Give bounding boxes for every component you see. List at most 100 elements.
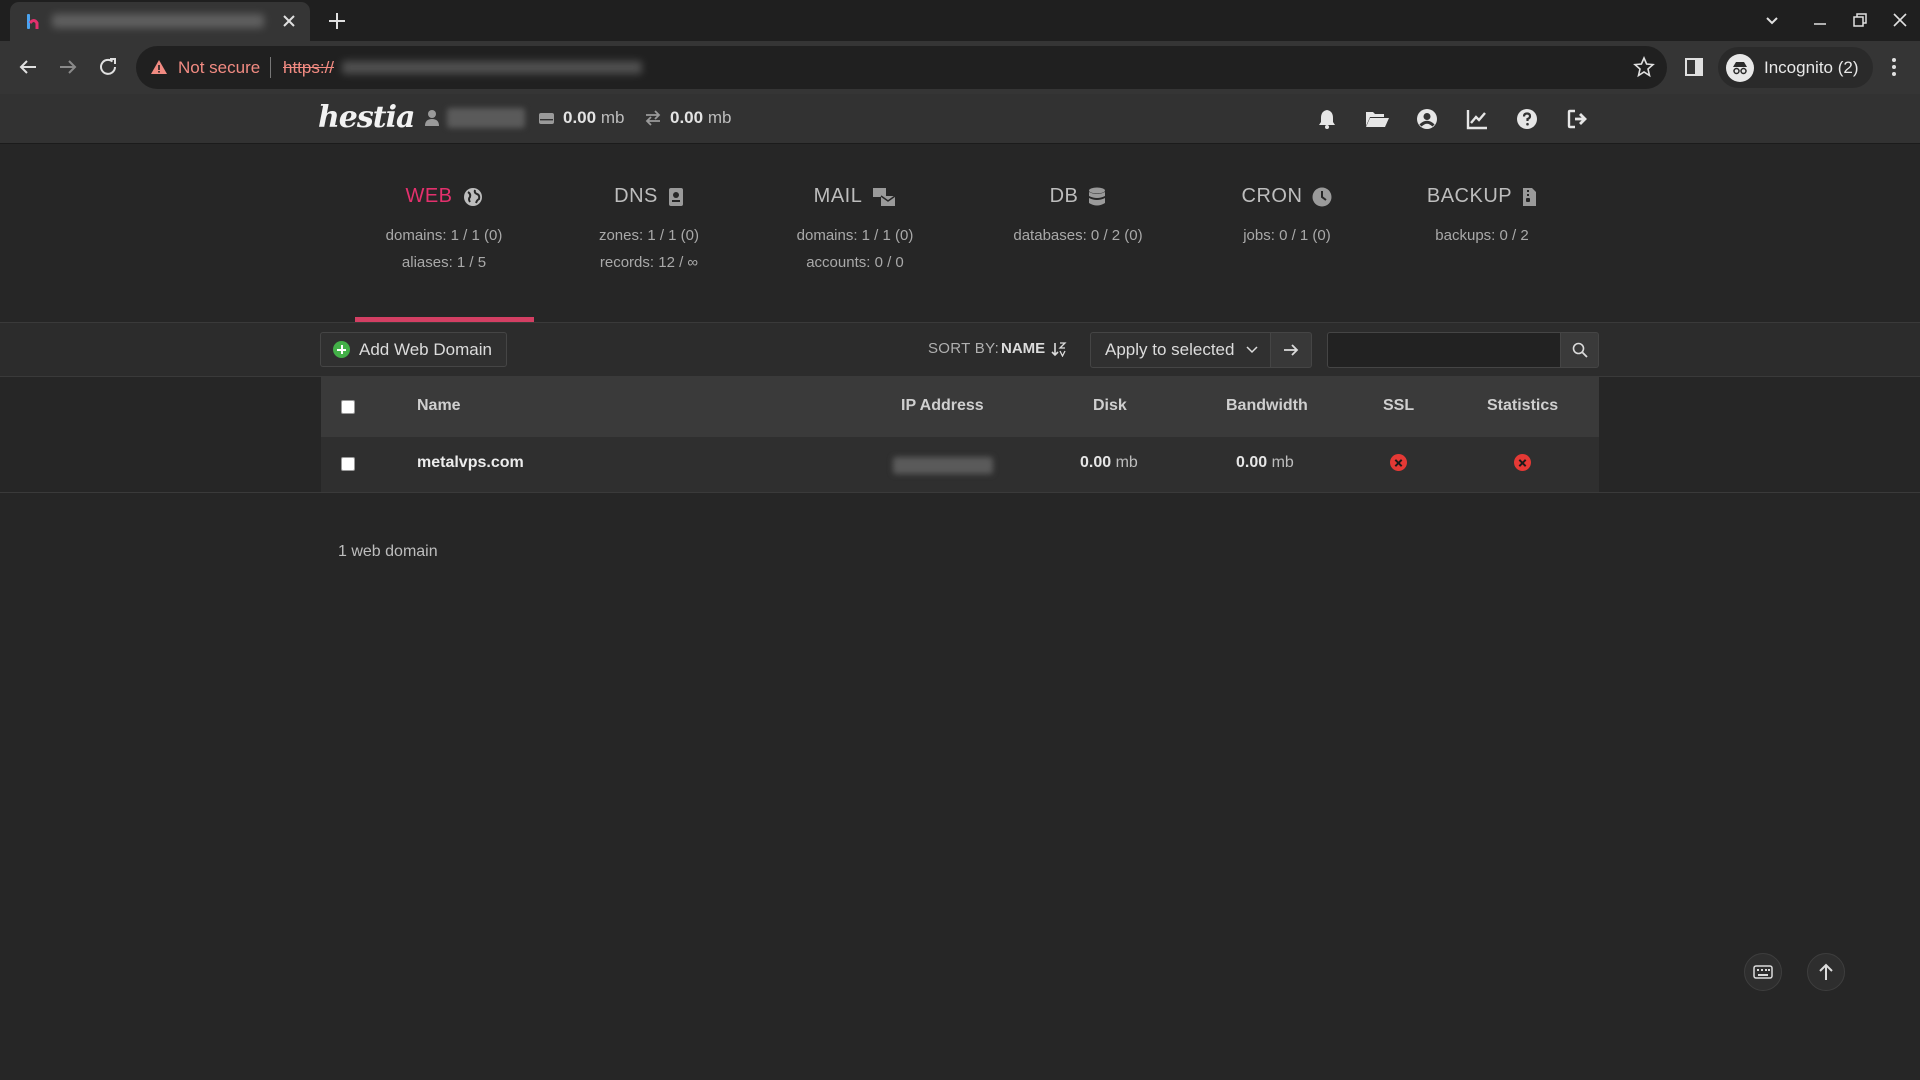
disk-usage-value: 0.00 — [563, 108, 597, 127]
bulk-action-submit-button[interactable] — [1271, 332, 1312, 368]
keyboard-shortcuts-button[interactable] — [1744, 953, 1782, 991]
close-tab-icon[interactable] — [280, 12, 298, 30]
warning-icon — [151, 60, 167, 74]
tab-cron[interactable]: CRON jobs: 0 / 1 (0) — [1187, 185, 1387, 249]
table-bottom-rule — [0, 492, 1920, 493]
url-blurred — [342, 61, 642, 74]
user-circle-icon[interactable] — [1414, 106, 1440, 132]
tab-web-line2: aliases: 1 / 5 — [401, 254, 487, 271]
row-bandwidth: 0.00 mb — [1236, 454, 1294, 472]
tab-web[interactable]: WEB domains: 1 / 1 (0) aliases: 1 / 5 — [344, 185, 544, 276]
tab-dns-line2: records: 12 / ∞ — [599, 254, 699, 271]
col-ip-address: IP Address — [901, 397, 984, 414]
side-panel-icon[interactable] — [1683, 56, 1705, 78]
browser-menu-icon[interactable] — [1883, 56, 1905, 78]
row-bandwidth-unit: mb — [1271, 454, 1294, 471]
clock-icon — [1312, 187, 1332, 206]
chart-line-icon[interactable] — [1464, 106, 1490, 132]
browser-tab[interactable] — [10, 2, 310, 41]
domain-count: 1 web domain — [338, 543, 438, 560]
user-icon — [425, 110, 439, 126]
disk-usage: 0.00 mb — [538, 108, 624, 128]
incognito-indicator[interactable]: Incognito (2) — [1718, 47, 1873, 88]
incognito-label: Incognito (2) — [1764, 57, 1859, 77]
scroll-to-top-button[interactable] — [1807, 953, 1845, 991]
tab-web-line1: domains: 1 / 1 (0) — [385, 227, 503, 244]
tab-db-line1: databases: 0 / 2 (0) — [1013, 227, 1143, 244]
search-button[interactable] — [1561, 332, 1599, 368]
book-icon — [668, 187, 683, 206]
tab-backup[interactable]: BACKUP backups: 0 / 2 — [1382, 185, 1582, 249]
plus-circle-icon — [333, 341, 350, 358]
question-circle-icon[interactable] — [1514, 106, 1540, 132]
tab-mail[interactable]: MAIL domains: 1 / 1 (0) accounts: 0 / 0 — [755, 185, 955, 276]
forward-icon[interactable] — [56, 55, 80, 79]
ssl-disabled-icon — [1390, 454, 1407, 471]
col-disk: Disk — [1093, 397, 1127, 414]
row-disk-unit: mb — [1115, 454, 1138, 471]
statistics-disabled-icon — [1514, 454, 1531, 471]
tab-db[interactable]: DB databases: 0 / 2 (0) — [978, 185, 1178, 249]
sort-by-toggle[interactable]: NAME — [1001, 340, 1067, 357]
action-toolbar: Add Web Domain SORT BY: NAME Apply to se… — [0, 323, 1920, 377]
folder-open-icon[interactable] — [1364, 106, 1390, 132]
tab-dns-line1: zones: 1 / 1 (0) — [598, 227, 700, 244]
restore-icon[interactable] — [1850, 10, 1870, 30]
bandwidth-usage-unit: mb — [707, 108, 732, 127]
select-all-checkbox[interactable] — [341, 400, 355, 414]
hestia-favicon-icon — [27, 14, 39, 29]
tab-db-title: DB — [1049, 185, 1079, 207]
tab-dns[interactable]: DNS zones: 1 / 1 (0) records: 12 / ∞ — [549, 185, 749, 276]
bookmark-star-icon[interactable] — [1633, 56, 1655, 78]
bandwidth-usage-value: 0.00 — [670, 108, 704, 127]
domain-name-link[interactable]: metalvps.com — [417, 454, 524, 472]
mail-bulk-icon — [873, 187, 896, 206]
arrow-right-icon — [1284, 344, 1299, 356]
section-tabs: WEB domains: 1 / 1 (0) aliases: 1 / 5 DN… — [0, 145, 1920, 323]
tab-backup-title: BACKUP — [1426, 185, 1513, 207]
reload-icon[interactable] — [96, 55, 120, 79]
chevron-down-icon — [1246, 346, 1258, 354]
sign-out-icon[interactable] — [1564, 106, 1590, 132]
close-window-icon[interactable] — [1890, 10, 1910, 30]
tab-mail-line1: domains: 1 / 1 (0) — [796, 227, 914, 244]
bandwidth-usage: 0.00 mb — [644, 108, 731, 128]
col-name[interactable]: Name — [417, 397, 461, 415]
row-checkbox[interactable] — [341, 457, 355, 471]
url-scheme: https:// — [283, 58, 335, 77]
new-tab-icon[interactable] — [325, 9, 349, 33]
tab-search-icon[interactable] — [1762, 10, 1782, 30]
bulk-action-select[interactable]: Apply to selected — [1090, 332, 1271, 368]
username-blurred — [447, 108, 525, 128]
minimize-icon[interactable] — [1810, 10, 1830, 30]
tab-cron-line1: jobs: 0 / 1 (0) — [1243, 227, 1331, 244]
bell-icon[interactable] — [1314, 106, 1340, 132]
table-row: metalvps.com 0.00 mb 0.00 mb — [321, 437, 1599, 492]
add-web-domain-button[interactable]: Add Web Domain — [320, 332, 507, 367]
tab-web-title: WEB — [405, 185, 453, 207]
col-statistics: Statistics — [1487, 397, 1559, 414]
search-input[interactable] — [1327, 332, 1561, 368]
tab-mail-title: MAIL — [813, 185, 863, 207]
database-icon — [1089, 187, 1106, 205]
exchange-icon — [645, 110, 661, 126]
topbar-actions — [1314, 106, 1590, 132]
bulk-action-value: Apply to selected — [1105, 340, 1235, 359]
tab-dns-title: DNS — [614, 185, 658, 207]
row-bandwidth-value: 0.00 — [1236, 454, 1268, 471]
tab-mail-line2: accounts: 0 / 0 — [806, 254, 904, 271]
disk-usage-unit: mb — [600, 108, 625, 127]
keyboard-icon — [1753, 965, 1773, 979]
active-tab-indicator — [355, 317, 534, 322]
hestia-logo[interactable]: hestia — [318, 100, 415, 135]
row-disk-value: 0.00 — [1080, 454, 1112, 471]
col-ssl: SSL — [1383, 397, 1415, 414]
not-secure-label[interactable]: Not secure — [178, 58, 260, 78]
sort-by-label: SORT BY: — [928, 340, 1000, 357]
incognito-icon — [1726, 53, 1754, 82]
search-icon — [1572, 342, 1588, 358]
back-icon[interactable] — [16, 55, 40, 79]
row-disk: 0.00 mb — [1080, 454, 1138, 472]
add-web-domain-label: Add Web Domain — [359, 339, 492, 359]
address-bar[interactable]: Not secure https:// — [136, 46, 1667, 89]
